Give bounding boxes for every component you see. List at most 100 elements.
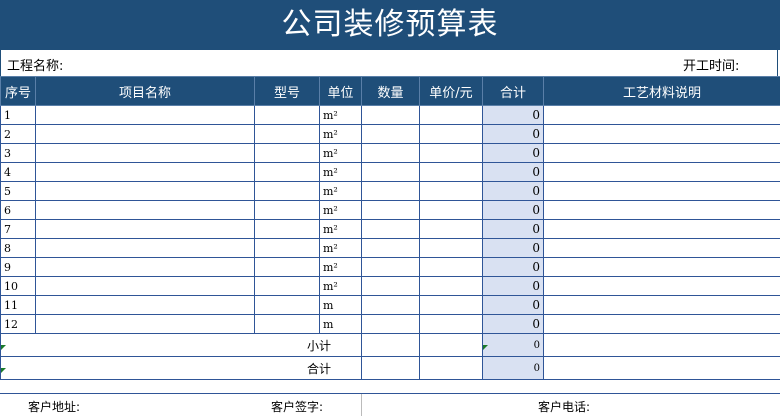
col-header-notes: 工艺材料说明 bbox=[544, 77, 780, 106]
row-total[interactable]: 0 bbox=[483, 296, 544, 315]
qty-cell[interactable] bbox=[362, 125, 420, 144]
notes-cell[interactable] bbox=[544, 106, 780, 125]
item-name-cell[interactable] bbox=[36, 315, 255, 334]
qty-cell[interactable] bbox=[362, 277, 420, 296]
notes-cell[interactable] bbox=[544, 239, 780, 258]
item-name-cell[interactable] bbox=[36, 220, 255, 239]
project-name-label: 工程名称: bbox=[7, 55, 63, 74]
unit-cell[interactable]: m² bbox=[320, 163, 362, 182]
row-no: 6 bbox=[1, 201, 36, 220]
price-cell[interactable] bbox=[420, 258, 483, 277]
price-cell[interactable] bbox=[420, 315, 483, 334]
model-cell[interactable] bbox=[255, 220, 320, 239]
row-total[interactable]: 0 bbox=[483, 201, 544, 220]
table-row: 2m²0 bbox=[1, 125, 780, 144]
item-name-cell[interactable] bbox=[36, 144, 255, 163]
price-cell[interactable] bbox=[420, 125, 483, 144]
unit-cell[interactable]: m² bbox=[320, 144, 362, 163]
item-name-cell[interactable] bbox=[36, 106, 255, 125]
grand-total-price-cell[interactable] bbox=[420, 357, 483, 380]
notes-cell[interactable] bbox=[544, 125, 780, 144]
qty-cell[interactable] bbox=[362, 258, 420, 277]
item-name-cell[interactable] bbox=[36, 201, 255, 220]
item-name-cell[interactable] bbox=[36, 296, 255, 315]
notes-cell[interactable] bbox=[544, 201, 780, 220]
unit-cell[interactable]: m² bbox=[320, 277, 362, 296]
qty-cell[interactable] bbox=[362, 239, 420, 258]
unit-cell[interactable]: m² bbox=[320, 258, 362, 277]
row-total[interactable]: 0 bbox=[483, 239, 544, 258]
model-cell[interactable] bbox=[255, 144, 320, 163]
model-cell[interactable] bbox=[255, 258, 320, 277]
qty-cell[interactable] bbox=[362, 296, 420, 315]
model-cell[interactable] bbox=[255, 106, 320, 125]
qty-cell[interactable] bbox=[362, 220, 420, 239]
row-total[interactable]: 0 bbox=[483, 163, 544, 182]
notes-cell[interactable] bbox=[544, 144, 780, 163]
subtotal-notes-cell[interactable] bbox=[544, 334, 780, 357]
item-name-cell[interactable] bbox=[36, 239, 255, 258]
model-cell[interactable] bbox=[255, 182, 320, 201]
notes-cell[interactable] bbox=[544, 315, 780, 334]
notes-cell[interactable] bbox=[544, 296, 780, 315]
row-total[interactable]: 0 bbox=[483, 182, 544, 201]
unit-cell[interactable]: m² bbox=[320, 182, 362, 201]
notes-cell[interactable] bbox=[544, 220, 780, 239]
unit-cell[interactable]: m² bbox=[320, 220, 362, 239]
subtotal-qty-cell[interactable] bbox=[362, 334, 420, 357]
row-no: 12 bbox=[1, 315, 36, 334]
price-cell[interactable] bbox=[420, 201, 483, 220]
model-cell[interactable] bbox=[255, 239, 320, 258]
row-total[interactable]: 0 bbox=[483, 220, 544, 239]
item-name-cell[interactable] bbox=[36, 258, 255, 277]
model-cell[interactable] bbox=[255, 201, 320, 220]
price-cell[interactable] bbox=[420, 277, 483, 296]
row-total[interactable]: 0 bbox=[483, 277, 544, 296]
row-total[interactable]: 0 bbox=[483, 315, 544, 334]
qty-cell[interactable] bbox=[362, 163, 420, 182]
unit-cell[interactable]: m² bbox=[320, 201, 362, 220]
price-cell[interactable] bbox=[420, 182, 483, 201]
price-cell[interactable] bbox=[420, 239, 483, 258]
unit-cell[interactable]: m² bbox=[320, 239, 362, 258]
model-cell[interactable] bbox=[255, 315, 320, 334]
row-total[interactable]: 0 bbox=[483, 144, 544, 163]
model-cell[interactable] bbox=[255, 296, 320, 315]
grand-total-qty-cell[interactable] bbox=[362, 357, 420, 380]
notes-cell[interactable] bbox=[544, 163, 780, 182]
row-total[interactable]: 0 bbox=[483, 125, 544, 144]
item-name-cell[interactable] bbox=[36, 163, 255, 182]
notes-cell[interactable] bbox=[544, 182, 780, 201]
unit-cell[interactable]: m² bbox=[320, 125, 362, 144]
grand-total-notes-cell[interactable] bbox=[544, 357, 780, 380]
price-cell[interactable] bbox=[420, 296, 483, 315]
unit-cell[interactable]: m² bbox=[320, 106, 362, 125]
qty-cell[interactable] bbox=[362, 201, 420, 220]
item-name-cell[interactable] bbox=[36, 277, 255, 296]
row-total[interactable]: 0 bbox=[483, 258, 544, 277]
model-cell[interactable] bbox=[255, 125, 320, 144]
unit-cell[interactable]: m bbox=[320, 315, 362, 334]
model-cell[interactable] bbox=[255, 277, 320, 296]
unit-cell[interactable]: m bbox=[320, 296, 362, 315]
price-cell[interactable] bbox=[420, 220, 483, 239]
qty-cell[interactable] bbox=[362, 106, 420, 125]
row-no: 1 bbox=[1, 106, 36, 125]
subtotal-value[interactable]: 0 bbox=[483, 334, 544, 357]
price-cell[interactable] bbox=[420, 144, 483, 163]
table-row: 3m²0 bbox=[1, 144, 780, 163]
model-cell[interactable] bbox=[255, 163, 320, 182]
row-total[interactable]: 0 bbox=[483, 106, 544, 125]
price-cell[interactable] bbox=[420, 106, 483, 125]
notes-cell[interactable] bbox=[544, 258, 780, 277]
item-name-cell[interactable] bbox=[36, 182, 255, 201]
qty-cell[interactable] bbox=[362, 144, 420, 163]
subtotal-price-cell[interactable] bbox=[420, 334, 483, 357]
price-cell[interactable] bbox=[420, 163, 483, 182]
subtotal-row: 小计 0 bbox=[1, 334, 780, 357]
item-name-cell[interactable] bbox=[36, 125, 255, 144]
qty-cell[interactable] bbox=[362, 182, 420, 201]
grand-total-value[interactable]: 0 bbox=[483, 357, 544, 380]
notes-cell[interactable] bbox=[544, 277, 780, 296]
qty-cell[interactable] bbox=[362, 315, 420, 334]
